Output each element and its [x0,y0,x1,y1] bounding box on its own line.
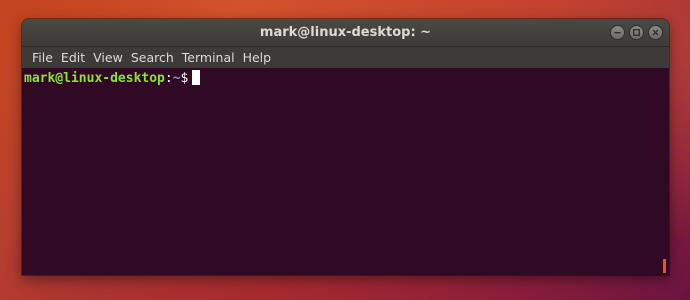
menu-edit[interactable]: Edit [57,47,89,68]
menu-bar: File Edit View Search Terminal Help [22,47,669,68]
minimize-icon [614,29,621,36]
menu-terminal[interactable]: Terminal [178,47,239,68]
prompt-separator: : [164,71,173,86]
prompt-line: mark@linux-desktop:~$ [24,70,669,87]
menu-search[interactable]: Search [127,47,178,68]
menu-view[interactable]: View [89,47,127,68]
terminal-window: mark@linux-desktop: ~ File Edit View Sea… [22,19,669,275]
terminal-output[interactable]: mark@linux-desktop:~$ [22,68,669,275]
prompt-path: ~ [172,71,181,86]
maximize-icon [633,29,640,36]
text-cursor [192,70,201,85]
menu-help[interactable]: Help [239,47,276,68]
close-icon [652,29,659,36]
prompt-symbol: $ [180,71,189,86]
window-controls [610,25,663,40]
close-button[interactable] [648,25,663,40]
window-title: mark@linux-desktop: ~ [259,25,432,40]
minimize-button[interactable] [610,25,625,40]
title-bar[interactable]: mark@linux-desktop: ~ [22,19,669,47]
scroll-indicator[interactable] [663,259,666,273]
maximize-button[interactable] [629,25,644,40]
prompt-user-host: mark@linux-desktop [24,71,165,86]
menu-file[interactable]: File [28,47,57,68]
